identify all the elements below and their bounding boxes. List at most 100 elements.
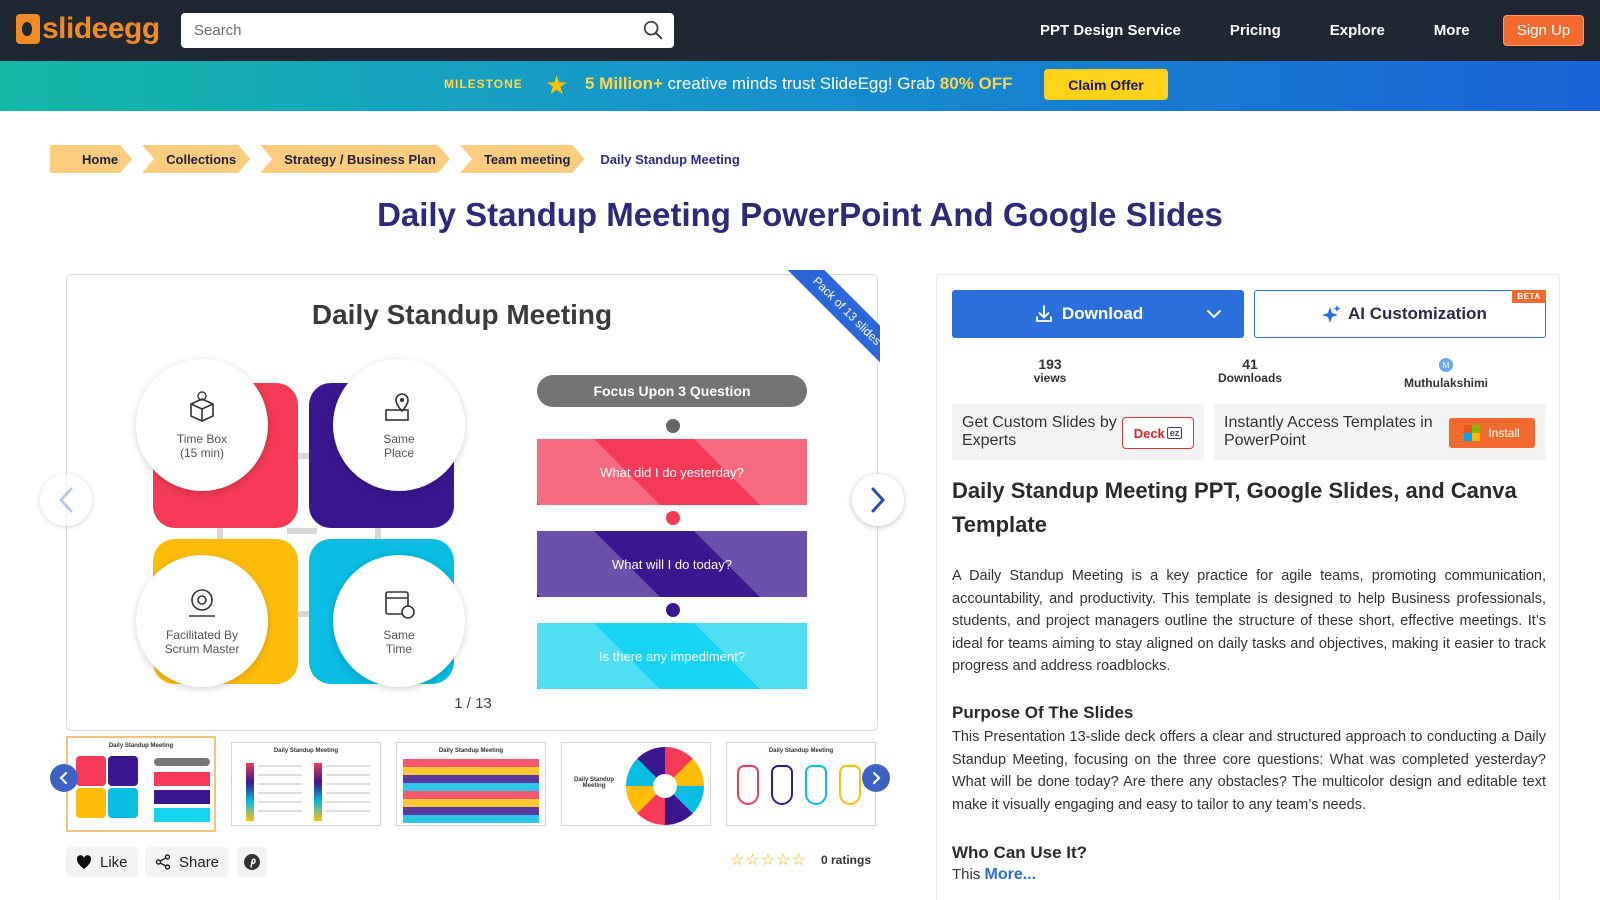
thumbs-next-button[interactable] bbox=[862, 764, 890, 792]
nav-more[interactable]: More bbox=[1434, 22, 1470, 39]
ratings-count: 0 ratings bbox=[821, 853, 872, 867]
egg-logo-icon bbox=[16, 14, 40, 44]
views-stat: 193 views bbox=[1010, 357, 1090, 385]
rating-star-icon[interactable]: ☆ bbox=[761, 853, 775, 869]
circle-same-time: Same Time bbox=[333, 555, 465, 687]
author-avatar: M bbox=[1439, 358, 1453, 372]
circle-same-place: Same Place bbox=[333, 359, 465, 491]
claim-offer-button[interactable]: Claim Offer bbox=[1044, 69, 1168, 100]
thumbs-prev-button[interactable] bbox=[50, 764, 78, 792]
search-bar bbox=[181, 13, 674, 48]
top-navbar: slideegg PPT Design Service Pricing Expl… bbox=[0, 0, 1600, 61]
downloads-label: Downloads bbox=[1217, 371, 1282, 385]
timeline-dot bbox=[666, 603, 680, 617]
timeline-dot bbox=[666, 419, 680, 433]
next-slide-button[interactable] bbox=[852, 474, 904, 526]
circle-time-box: Time Box (15 min) bbox=[136, 359, 268, 491]
thumbnail-title: Daily Standup Meeting bbox=[108, 743, 174, 749]
rating-star-icon[interactable]: ☆ bbox=[745, 853, 759, 869]
author-label: Muthulakshimi bbox=[1403, 376, 1488, 390]
ai-customization-button[interactable]: AI Customization bbox=[1254, 290, 1546, 338]
downloads-count: 41 bbox=[1242, 356, 1258, 372]
thumbnail-1[interactable]: Daily Standup Meeting bbox=[66, 736, 216, 832]
rating-stars: ☆ ☆ ☆ ☆ ☆ bbox=[730, 853, 807, 869]
question-band-2: What will I do today? bbox=[537, 531, 807, 597]
slide-counter: 1 / 13 bbox=[454, 695, 492, 712]
description-paragraph: A Daily Standup Meeting is a key practic… bbox=[952, 568, 1546, 674]
deck-label: Deck bbox=[1133, 425, 1165, 441]
promo-text-middle: creative minds trust SlideEgg! Grab bbox=[662, 74, 940, 93]
pinterest-button[interactable] bbox=[237, 847, 267, 877]
microsoft-logo-icon bbox=[1464, 425, 1481, 441]
page-title: Daily Standup Meeting PowerPoint And Goo… bbox=[377, 196, 1223, 233]
slide-preview[interactable]: Daily Standup Meeting Time Box (15 min) … bbox=[66, 274, 878, 731]
thumbnail-title: Daily Standup Meeting bbox=[768, 748, 834, 754]
chevron-left-icon bbox=[58, 487, 73, 513]
slide-title: Daily Standup Meeting bbox=[311, 299, 613, 330]
scrum-master-icon bbox=[189, 589, 215, 617]
thumbnail-4[interactable]: Daily Standup Meeting bbox=[561, 742, 711, 826]
focus-pill: Focus Upon 3 Question bbox=[537, 375, 807, 407]
ribbon-label: Pack of 13 slides bbox=[777, 270, 880, 380]
search-icon[interactable] bbox=[642, 19, 664, 41]
location-pin-icon bbox=[385, 393, 409, 421]
install-button[interactable]: Install bbox=[1449, 418, 1535, 448]
chevron-down-icon[interactable] bbox=[1205, 305, 1223, 323]
chevron-right-icon bbox=[871, 487, 886, 513]
pack-ribbon: Pack of 13 slides bbox=[770, 270, 880, 380]
thumbnail-2[interactable]: Daily Standup Meeting bbox=[231, 742, 381, 826]
nav-explore[interactable]: Explore bbox=[1330, 22, 1385, 39]
breadcrumb-strategy[interactable]: Strategy / Business Plan bbox=[260, 145, 450, 173]
purpose-paragraph: This Presentation 13-slide deck offers a… bbox=[952, 729, 1546, 813]
promo-highlight: 5 Million+ bbox=[585, 74, 663, 93]
access-text: Instantly Access Templates in PowerPoint bbox=[1224, 414, 1433, 449]
views-label: views bbox=[1033, 371, 1067, 385]
promo-text: 5 Million+ creative minds trust SlideEgg… bbox=[585, 74, 1013, 94]
rating-star-icon[interactable]: ☆ bbox=[791, 853, 805, 869]
chevron-right-icon bbox=[872, 771, 881, 785]
nav-ppt-design-service[interactable]: PPT Design Service bbox=[1040, 22, 1181, 39]
question-band-1: What did I do yesterday? bbox=[537, 439, 807, 505]
nav-pricing[interactable]: Pricing bbox=[1230, 22, 1281, 39]
slideegg-logo[interactable]: slideegg bbox=[16, 10, 160, 48]
thumbnail-5[interactable]: Daily Standup Meeting bbox=[726, 742, 876, 826]
download-icon bbox=[1036, 305, 1052, 322]
box-timer-icon bbox=[190, 391, 214, 422]
thumbnail-3[interactable]: Daily Standup Meeting bbox=[396, 742, 546, 826]
thumbnail-title: Daily Standup Meeting bbox=[438, 748, 504, 754]
breadcrumb-home[interactable]: Home bbox=[50, 145, 132, 173]
like-button[interactable]: Like bbox=[66, 847, 138, 877]
install-label: Install bbox=[1488, 426, 1520, 440]
star-icon: ★ bbox=[545, 70, 569, 100]
who-text: This More... bbox=[952, 866, 1036, 884]
download-button[interactable]: Download bbox=[952, 290, 1244, 338]
nav-links: PPT Design Service Pricing Explore More bbox=[1040, 0, 1470, 61]
question-text: What will I do today? bbox=[612, 556, 732, 572]
search-input[interactable] bbox=[181, 22, 621, 39]
beta-badge: BETA bbox=[1512, 290, 1546, 303]
rating-star-icon[interactable]: ☆ bbox=[776, 853, 790, 869]
deckez-button[interactable]: Deck ez bbox=[1122, 417, 1194, 449]
breadcrumb-collections[interactable]: Collections bbox=[142, 145, 250, 173]
share-label: Share bbox=[179, 853, 220, 871]
sign-up-button[interactable]: Sign Up bbox=[1503, 15, 1584, 46]
description-title: Daily Standup Meeting PPT, Google Slides… bbox=[952, 478, 1517, 537]
thumbnail-title: Daily Standup Meeting bbox=[573, 777, 614, 789]
download-label: Download bbox=[1062, 304, 1144, 323]
thumbnail-strip: Daily Standup Meeting Daily Standup Meet… bbox=[66, 736, 878, 832]
rating-star-icon[interactable]: ☆ bbox=[730, 853, 744, 869]
heart-icon bbox=[76, 854, 92, 869]
circle-label: Time Box (15 min) bbox=[176, 432, 228, 460]
share-button[interactable]: Share bbox=[145, 847, 230, 877]
breadcrumb-current: Daily Standup Meeting bbox=[600, 151, 740, 167]
prev-slide-button[interactable] bbox=[40, 474, 92, 526]
more-link[interactable]: More... bbox=[985, 866, 1037, 883]
downloads-stat: 41 Downloads bbox=[1200, 357, 1300, 385]
connector-line bbox=[287, 528, 317, 534]
logo-text: slideegg bbox=[42, 12, 160, 45]
author-name[interactable]: Muthulakshimi bbox=[1396, 376, 1496, 390]
breadcrumb-team-meeting[interactable]: Team meeting bbox=[460, 145, 584, 173]
circle-label: Same Time bbox=[383, 628, 415, 656]
ai-customization-label: AI Customization bbox=[1348, 304, 1487, 323]
promo-banner: MILESTONE ★ 5 Million+ creative minds tr… bbox=[0, 61, 1600, 111]
